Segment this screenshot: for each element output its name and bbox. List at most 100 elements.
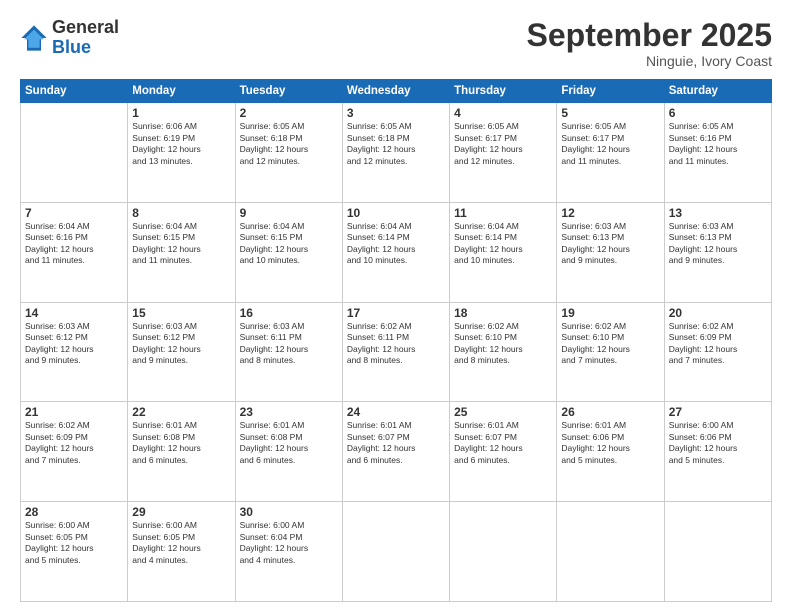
week-row-1: 1Sunrise: 6:06 AM Sunset: 6:19 PM Daylig…: [21, 103, 772, 203]
calendar-cell: [450, 502, 557, 602]
day-info: Sunrise: 6:01 AM Sunset: 6:08 PM Dayligh…: [240, 420, 338, 466]
day-info: Sunrise: 6:04 AM Sunset: 6:14 PM Dayligh…: [347, 221, 445, 267]
day-info: Sunrise: 6:04 AM Sunset: 6:15 PM Dayligh…: [240, 221, 338, 267]
day-number: 23: [240, 405, 338, 419]
day-info: Sunrise: 6:04 AM Sunset: 6:15 PM Dayligh…: [132, 221, 230, 267]
day-number: 26: [561, 405, 659, 419]
day-number: 19: [561, 306, 659, 320]
header-thursday: Thursday: [450, 80, 557, 103]
day-info: Sunrise: 6:05 AM Sunset: 6:18 PM Dayligh…: [240, 121, 338, 167]
header: General Blue September 2025 Ninguie, Ivo…: [20, 18, 772, 69]
calendar-cell: 10Sunrise: 6:04 AM Sunset: 6:14 PM Dayli…: [342, 202, 449, 302]
day-number: 2: [240, 106, 338, 120]
day-info: Sunrise: 6:03 AM Sunset: 6:13 PM Dayligh…: [669, 221, 767, 267]
day-number: 12: [561, 206, 659, 220]
header-tuesday: Tuesday: [235, 80, 342, 103]
calendar-cell: [664, 502, 771, 602]
day-info: Sunrise: 6:01 AM Sunset: 6:07 PM Dayligh…: [347, 420, 445, 466]
day-number: 9: [240, 206, 338, 220]
day-info: Sunrise: 6:03 AM Sunset: 6:12 PM Dayligh…: [25, 321, 123, 367]
calendar-cell: 25Sunrise: 6:01 AM Sunset: 6:07 PM Dayli…: [450, 402, 557, 502]
day-info: Sunrise: 6:05 AM Sunset: 6:17 PM Dayligh…: [454, 121, 552, 167]
day-number: 30: [240, 505, 338, 519]
day-number: 13: [669, 206, 767, 220]
day-number: 15: [132, 306, 230, 320]
calendar-cell: 4Sunrise: 6:05 AM Sunset: 6:17 PM Daylig…: [450, 103, 557, 203]
day-number: 3: [347, 106, 445, 120]
calendar-cell: 27Sunrise: 6:00 AM Sunset: 6:06 PM Dayli…: [664, 402, 771, 502]
day-number: 28: [25, 505, 123, 519]
title-block: September 2025 Ninguie, Ivory Coast: [527, 18, 772, 69]
calendar-cell: 19Sunrise: 6:02 AM Sunset: 6:10 PM Dayli…: [557, 302, 664, 402]
day-number: 5: [561, 106, 659, 120]
calendar-cell: 12Sunrise: 6:03 AM Sunset: 6:13 PM Dayli…: [557, 202, 664, 302]
logo: General Blue: [20, 18, 119, 58]
calendar-cell: 1Sunrise: 6:06 AM Sunset: 6:19 PM Daylig…: [128, 103, 235, 203]
calendar-cell: 15Sunrise: 6:03 AM Sunset: 6:12 PM Dayli…: [128, 302, 235, 402]
header-friday: Friday: [557, 80, 664, 103]
day-info: Sunrise: 6:03 AM Sunset: 6:13 PM Dayligh…: [561, 221, 659, 267]
calendar-cell: 9Sunrise: 6:04 AM Sunset: 6:15 PM Daylig…: [235, 202, 342, 302]
calendar-cell: 23Sunrise: 6:01 AM Sunset: 6:08 PM Dayli…: [235, 402, 342, 502]
day-info: Sunrise: 6:06 AM Sunset: 6:19 PM Dayligh…: [132, 121, 230, 167]
day-number: 8: [132, 206, 230, 220]
day-number: 18: [454, 306, 552, 320]
month-title: September 2025: [527, 18, 772, 53]
day-number: 25: [454, 405, 552, 419]
day-number: 11: [454, 206, 552, 220]
day-info: Sunrise: 6:00 AM Sunset: 6:05 PM Dayligh…: [132, 520, 230, 566]
calendar-cell: 5Sunrise: 6:05 AM Sunset: 6:17 PM Daylig…: [557, 103, 664, 203]
calendar-table: Sunday Monday Tuesday Wednesday Thursday…: [20, 79, 772, 602]
calendar-cell: [21, 103, 128, 203]
week-row-2: 7Sunrise: 6:04 AM Sunset: 6:16 PM Daylig…: [21, 202, 772, 302]
calendar-cell: 22Sunrise: 6:01 AM Sunset: 6:08 PM Dayli…: [128, 402, 235, 502]
day-info: Sunrise: 6:03 AM Sunset: 6:12 PM Dayligh…: [132, 321, 230, 367]
header-sunday: Sunday: [21, 80, 128, 103]
day-number: 17: [347, 306, 445, 320]
logo-general-text: General: [52, 18, 119, 38]
logo-icon: [20, 24, 48, 52]
day-info: Sunrise: 6:00 AM Sunset: 6:04 PM Dayligh…: [240, 520, 338, 566]
calendar-cell: 2Sunrise: 6:05 AM Sunset: 6:18 PM Daylig…: [235, 103, 342, 203]
day-number: 20: [669, 306, 767, 320]
day-number: 4: [454, 106, 552, 120]
day-info: Sunrise: 6:02 AM Sunset: 6:09 PM Dayligh…: [669, 321, 767, 367]
day-number: 22: [132, 405, 230, 419]
day-info: Sunrise: 6:04 AM Sunset: 6:14 PM Dayligh…: [454, 221, 552, 267]
day-number: 7: [25, 206, 123, 220]
day-info: Sunrise: 6:00 AM Sunset: 6:06 PM Dayligh…: [669, 420, 767, 466]
calendar-cell: 20Sunrise: 6:02 AM Sunset: 6:09 PM Dayli…: [664, 302, 771, 402]
calendar-cell: 13Sunrise: 6:03 AM Sunset: 6:13 PM Dayli…: [664, 202, 771, 302]
calendar-cell: 18Sunrise: 6:02 AM Sunset: 6:10 PM Dayli…: [450, 302, 557, 402]
day-number: 1: [132, 106, 230, 120]
day-number: 16: [240, 306, 338, 320]
day-number: 10: [347, 206, 445, 220]
day-info: Sunrise: 6:05 AM Sunset: 6:18 PM Dayligh…: [347, 121, 445, 167]
day-number: 29: [132, 505, 230, 519]
calendar-cell: 21Sunrise: 6:02 AM Sunset: 6:09 PM Dayli…: [21, 402, 128, 502]
calendar-cell: 8Sunrise: 6:04 AM Sunset: 6:15 PM Daylig…: [128, 202, 235, 302]
header-wednesday: Wednesday: [342, 80, 449, 103]
day-number: 21: [25, 405, 123, 419]
logo-blue-text: Blue: [52, 38, 119, 58]
day-info: Sunrise: 6:02 AM Sunset: 6:09 PM Dayligh…: [25, 420, 123, 466]
calendar-cell: 6Sunrise: 6:05 AM Sunset: 6:16 PM Daylig…: [664, 103, 771, 203]
calendar-cell: 17Sunrise: 6:02 AM Sunset: 6:11 PM Dayli…: [342, 302, 449, 402]
calendar-cell: 30Sunrise: 6:00 AM Sunset: 6:04 PM Dayli…: [235, 502, 342, 602]
calendar-cell: 11Sunrise: 6:04 AM Sunset: 6:14 PM Dayli…: [450, 202, 557, 302]
day-number: 6: [669, 106, 767, 120]
calendar-cell: 16Sunrise: 6:03 AM Sunset: 6:11 PM Dayli…: [235, 302, 342, 402]
day-number: 14: [25, 306, 123, 320]
calendar-cell: 29Sunrise: 6:00 AM Sunset: 6:05 PM Dayli…: [128, 502, 235, 602]
day-number: 24: [347, 405, 445, 419]
day-info: Sunrise: 6:03 AM Sunset: 6:11 PM Dayligh…: [240, 321, 338, 367]
calendar-cell: 26Sunrise: 6:01 AM Sunset: 6:06 PM Dayli…: [557, 402, 664, 502]
calendar-header-row: Sunday Monday Tuesday Wednesday Thursday…: [21, 80, 772, 103]
calendar-cell: 14Sunrise: 6:03 AM Sunset: 6:12 PM Dayli…: [21, 302, 128, 402]
week-row-4: 21Sunrise: 6:02 AM Sunset: 6:09 PM Dayli…: [21, 402, 772, 502]
header-monday: Monday: [128, 80, 235, 103]
day-info: Sunrise: 6:02 AM Sunset: 6:11 PM Dayligh…: [347, 321, 445, 367]
day-info: Sunrise: 6:02 AM Sunset: 6:10 PM Dayligh…: [454, 321, 552, 367]
calendar-cell: 28Sunrise: 6:00 AM Sunset: 6:05 PM Dayli…: [21, 502, 128, 602]
header-saturday: Saturday: [664, 80, 771, 103]
